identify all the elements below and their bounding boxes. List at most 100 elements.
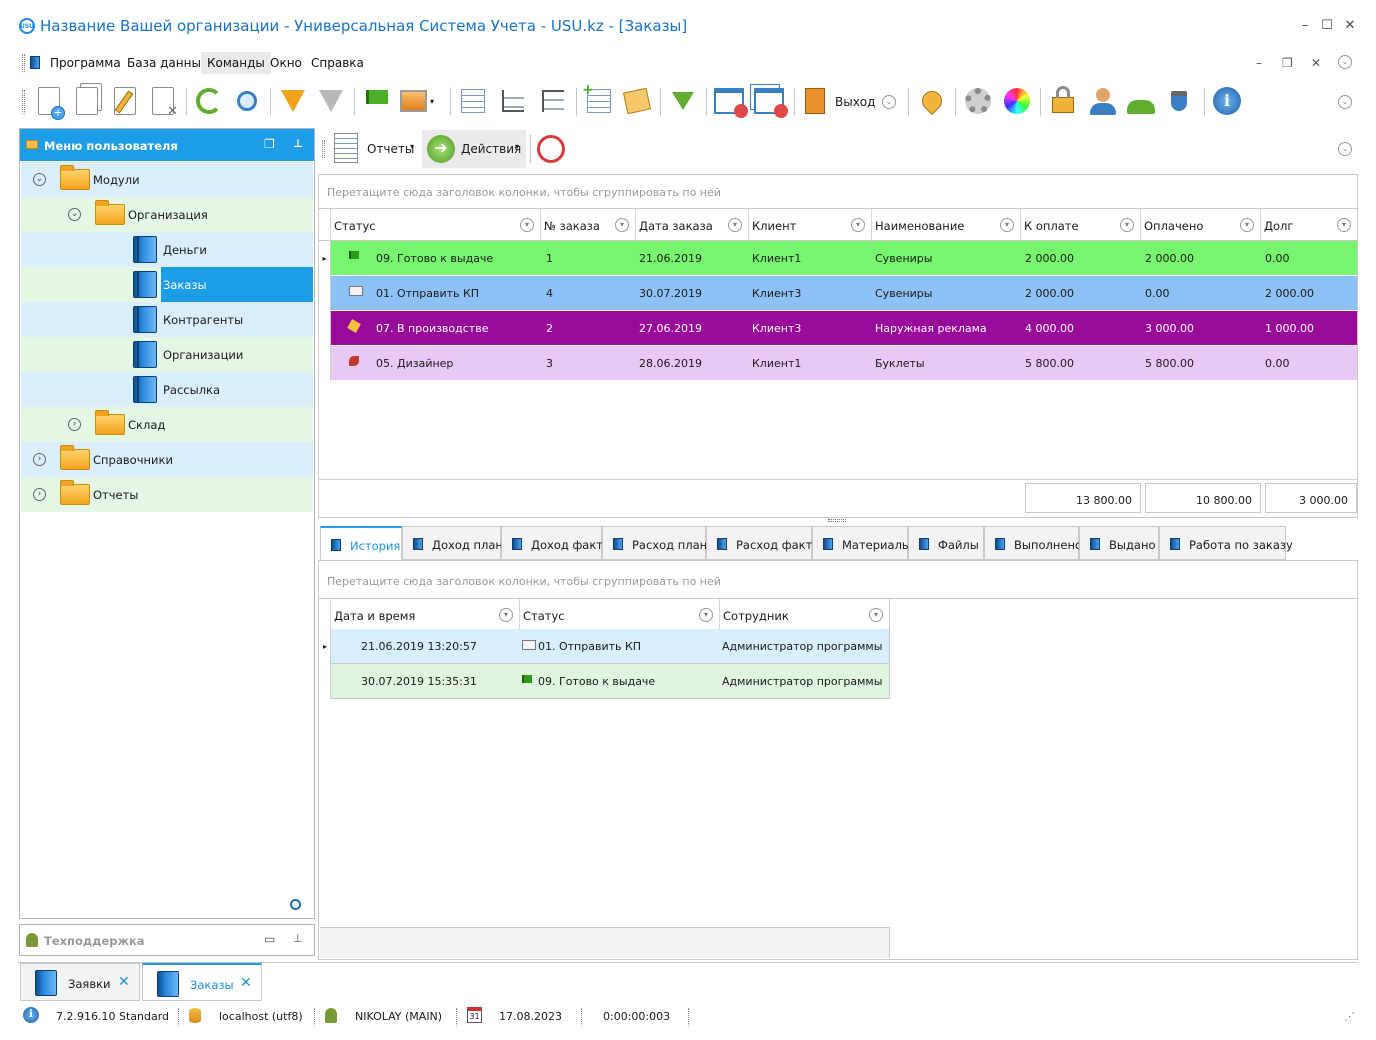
copy-record-icon[interactable] bbox=[70, 84, 104, 118]
color-wheel-icon[interactable] bbox=[1000, 84, 1034, 118]
image-icon[interactable]: ▾ bbox=[400, 84, 434, 118]
filter-icon[interactable] bbox=[276, 84, 310, 118]
close-window-icon[interactable] bbox=[712, 84, 748, 118]
column-header-status[interactable]: Статус ▾ bbox=[520, 599, 720, 631]
filter-icon[interactable]: ▾ bbox=[1337, 218, 1351, 232]
support-panel[interactable]: Техподдержка ▭ ⊥ bbox=[19, 924, 315, 956]
table-row[interactable]: 05. Дизайнер 3 28.06.2019 Клиент1 Буклеты 5 8… bbox=[331, 346, 1357, 381]
tree-item-reports[interactable]: › Отчеты bbox=[21, 477, 313, 512]
tree-item-orders[interactable]: Заказы bbox=[21, 267, 313, 302]
tree-item-counterparties[interactable]: Контрагенты bbox=[21, 302, 313, 337]
minimize-button[interactable]: – bbox=[1295, 16, 1315, 36]
row-indicator[interactable] bbox=[319, 311, 331, 346]
menu-program[interactable]: Программа bbox=[50, 56, 121, 70]
table-row[interactable]: 01. Отправить КП 4 30.07.2019 Клиент3 Сувени… bbox=[331, 276, 1357, 311]
close-tab-icon[interactable]: ✕ bbox=[240, 975, 252, 991]
actions-button[interactable]: Действия bbox=[461, 142, 521, 156]
row-indicator[interactable] bbox=[319, 276, 331, 311]
resize-grip-icon[interactable]: ⋰ bbox=[1344, 1010, 1355, 1023]
table-row[interactable]: 09. Готово к выдаче 1 21.06.2019 Клиент1 Сув… bbox=[331, 241, 1357, 276]
menu-window[interactable]: Окно bbox=[270, 56, 302, 70]
tree-item-mailing[interactable]: Рассылка bbox=[21, 372, 313, 407]
exit-label[interactable]: Выход bbox=[835, 95, 875, 109]
flag-icon[interactable] bbox=[360, 84, 394, 118]
search-icon[interactable] bbox=[230, 84, 264, 118]
tree-item-organization[interactable]: ⌄ Организация bbox=[21, 197, 313, 232]
refresh-icon[interactable] bbox=[192, 84, 226, 118]
clock-icon[interactable] bbox=[537, 135, 565, 163]
menu-help[interactable]: Справка bbox=[311, 56, 364, 70]
menu-options-icon[interactable]: ⌄ bbox=[1338, 55, 1352, 69]
add-record-icon[interactable]: + bbox=[32, 84, 66, 120]
close-all-windows-icon[interactable] bbox=[752, 84, 788, 118]
history-group-panel[interactable]: Перетащите сюда заголовок колонки, чтобы… bbox=[319, 561, 1357, 599]
mdi-minimize-button[interactable]: – bbox=[1256, 56, 1262, 70]
panel-pin-icon[interactable]: ⊥ bbox=[293, 137, 303, 150]
mdi-restore-button[interactable]: ❐ bbox=[1282, 56, 1293, 70]
add-group-icon[interactable] bbox=[456, 84, 490, 118]
toolbar-customize-icon[interactable]: ⌄ bbox=[1338, 95, 1352, 109]
column-header-name[interactable]: Наименование ▾ bbox=[872, 209, 1021, 241]
tree-down-icon[interactable] bbox=[496, 84, 530, 118]
mdi-close-button[interactable]: ✕ bbox=[1311, 56, 1321, 70]
add-row-icon[interactable]: + bbox=[582, 82, 616, 118]
orders-group-panel[interactable]: Перетащите сюда заголовок колонки, чтобы… bbox=[318, 174, 1358, 208]
expand-icon[interactable]: › bbox=[33, 453, 46, 466]
tree-item-organizations[interactable]: Организации bbox=[21, 337, 313, 372]
reports-button[interactable]: Отчеты bbox=[367, 142, 414, 156]
doc-tab-requests[interactable]: Заявки ✕ bbox=[20, 963, 140, 1001]
close-tab-icon[interactable]: ✕ bbox=[118, 974, 130, 990]
maximize-button[interactable]: ☐ bbox=[1317, 16, 1337, 36]
support-pin-icon[interactable]: ⊥ bbox=[293, 932, 303, 945]
tree-item-warehouse[interactable]: › Склад bbox=[21, 407, 313, 442]
lock-icon[interactable] bbox=[1046, 84, 1080, 118]
row-indicator[interactable] bbox=[320, 664, 331, 699]
tab-income-fact[interactable]: Доход факт bbox=[501, 526, 603, 560]
location-pin-icon[interactable] bbox=[915, 84, 949, 118]
column-header-employee[interactable]: Сотрудник ▾ bbox=[720, 599, 890, 631]
doc-tab-orders[interactable]: Заказы ✕ bbox=[142, 963, 262, 1001]
search-icon[interactable] bbox=[290, 899, 301, 910]
support-minimize-icon[interactable]: ▭ bbox=[264, 932, 275, 946]
collapse-icon[interactable]: ⌄ bbox=[68, 208, 81, 221]
filter-icon[interactable]: ▾ bbox=[869, 608, 883, 622]
notes-icon[interactable] bbox=[620, 84, 654, 118]
column-header-debt[interactable]: Долг ▾ bbox=[1261, 209, 1357, 241]
panel-float-icon[interactable]: ❐ bbox=[264, 137, 275, 151]
tree-item-references[interactable]: › Справочники bbox=[21, 442, 313, 477]
filter-icon[interactable]: ▾ bbox=[499, 608, 513, 622]
filter-icon[interactable]: ▾ bbox=[1000, 218, 1014, 232]
table-row[interactable]: 30.07.2019 15:35:31 09. Готово к выдаче Ад… bbox=[331, 664, 890, 699]
plugin-icon[interactable] bbox=[1162, 84, 1196, 118]
column-header-date[interactable]: Дата заказа ▾ bbox=[636, 209, 749, 241]
row-indicator[interactable]: ▸ bbox=[320, 629, 331, 664]
column-header-status[interactable]: Статус ▾ bbox=[331, 209, 541, 241]
tab-income-plan[interactable]: Доход план bbox=[402, 526, 503, 560]
expand-icon[interactable]: › bbox=[68, 418, 81, 431]
filter-icon[interactable]: ▾ bbox=[699, 608, 713, 622]
collapse-icon[interactable]: ⌄ bbox=[33, 173, 46, 186]
column-header-datetime[interactable]: Дата и время ▾ bbox=[331, 599, 520, 631]
actions-arrow-icon[interactable]: ➔ bbox=[427, 135, 455, 163]
tree-up-icon[interactable] bbox=[536, 84, 570, 118]
tree-item-money[interactable]: Деньги bbox=[21, 232, 313, 267]
expand-icon[interactable]: › bbox=[33, 488, 46, 501]
filter-icon[interactable]: ▾ bbox=[1240, 218, 1254, 232]
column-header-number[interactable]: № заказа ▾ bbox=[541, 209, 636, 241]
filter-settings-icon[interactable] bbox=[314, 84, 348, 118]
tree-item-modules[interactable]: ⌄ Модули bbox=[21, 162, 313, 197]
gear-icon[interactable] bbox=[961, 84, 995, 118]
table-row[interactable]: 07. В производстве 2 27.06.2019 Клиент3 Нару… bbox=[331, 311, 1357, 346]
filter-icon[interactable]: ▾ bbox=[615, 218, 629, 232]
column-header-paid[interactable]: Оплачено ▾ bbox=[1141, 209, 1261, 241]
reports-icon[interactable] bbox=[334, 133, 358, 163]
delete-record-icon[interactable]: ✕ bbox=[146, 84, 180, 119]
filter-icon[interactable]: ▾ bbox=[1120, 218, 1134, 232]
toolbar-options-icon[interactable]: ⌄ bbox=[882, 95, 896, 109]
splitter-handle[interactable] bbox=[828, 519, 846, 522]
download-icon[interactable] bbox=[666, 84, 700, 118]
row-indicator[interactable]: ▸ bbox=[319, 241, 331, 276]
info-icon[interactable]: i bbox=[1210, 84, 1244, 118]
tab-materials[interactable]: Материалы bbox=[812, 526, 911, 560]
user-icon[interactable] bbox=[1086, 84, 1120, 118]
